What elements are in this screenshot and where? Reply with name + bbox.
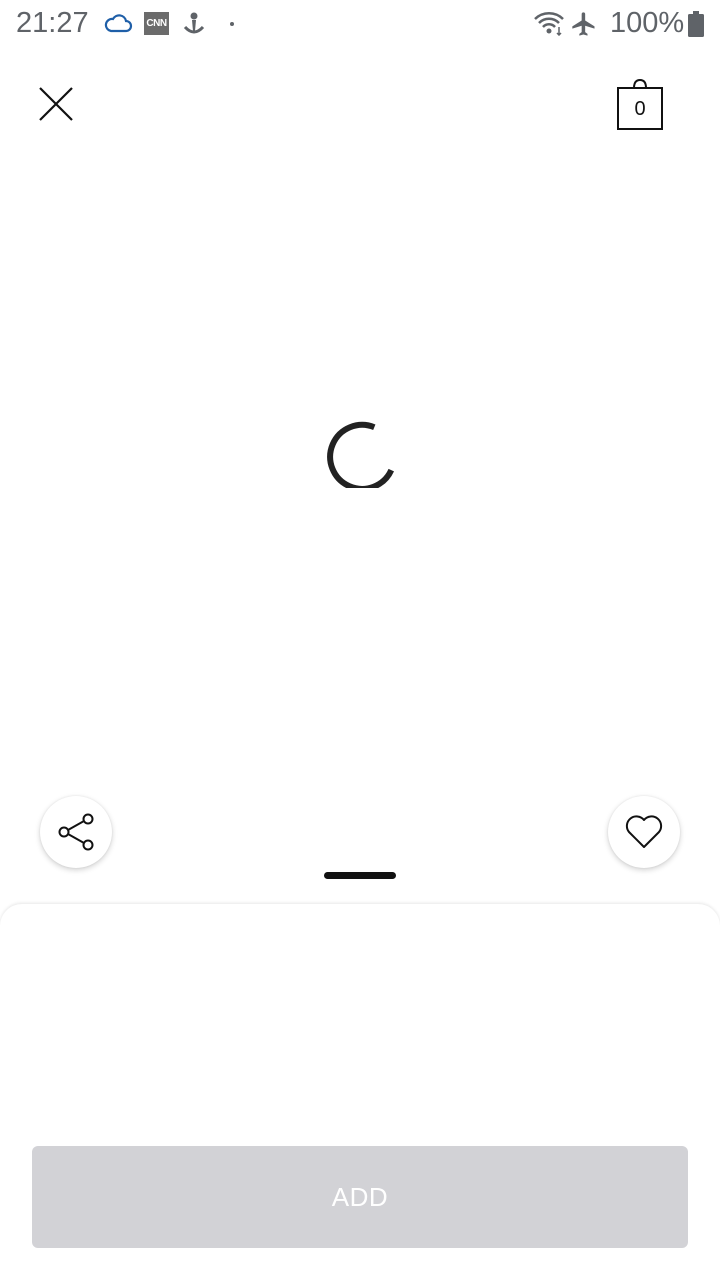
bottom-sheet: ADD — [0, 904, 720, 1280]
share-button[interactable] — [40, 796, 112, 868]
anchor-icon — [182, 11, 206, 42]
add-button[interactable]: ADD — [32, 1146, 688, 1248]
status-time: 21:27 — [16, 7, 89, 39]
product-screen: 21:27 CNN 100% 0 ADD — [0, 0, 720, 1280]
share-icon — [58, 813, 94, 851]
cart-count: 0 — [634, 98, 646, 120]
close-icon — [39, 87, 73, 121]
cloud-icon — [103, 12, 133, 39]
loading-spinner — [318, 404, 402, 492]
airplane-icon — [570, 10, 598, 43]
favorite-button[interactable] — [608, 796, 680, 868]
sheet-drag-handle[interactable] — [324, 872, 396, 879]
cnn-icon: CNN — [144, 12, 169, 35]
battery-percent: 100% — [610, 7, 685, 39]
wifi-icon — [532, 10, 566, 41]
heart-icon — [625, 815, 663, 848]
status-bar: 21:27 CNN 100% — [0, 0, 720, 48]
battery-icon — [688, 11, 704, 42]
dot-icon — [230, 22, 234, 26]
close-button[interactable] — [30, 78, 82, 130]
cart-button[interactable]: 0 — [610, 76, 670, 136]
